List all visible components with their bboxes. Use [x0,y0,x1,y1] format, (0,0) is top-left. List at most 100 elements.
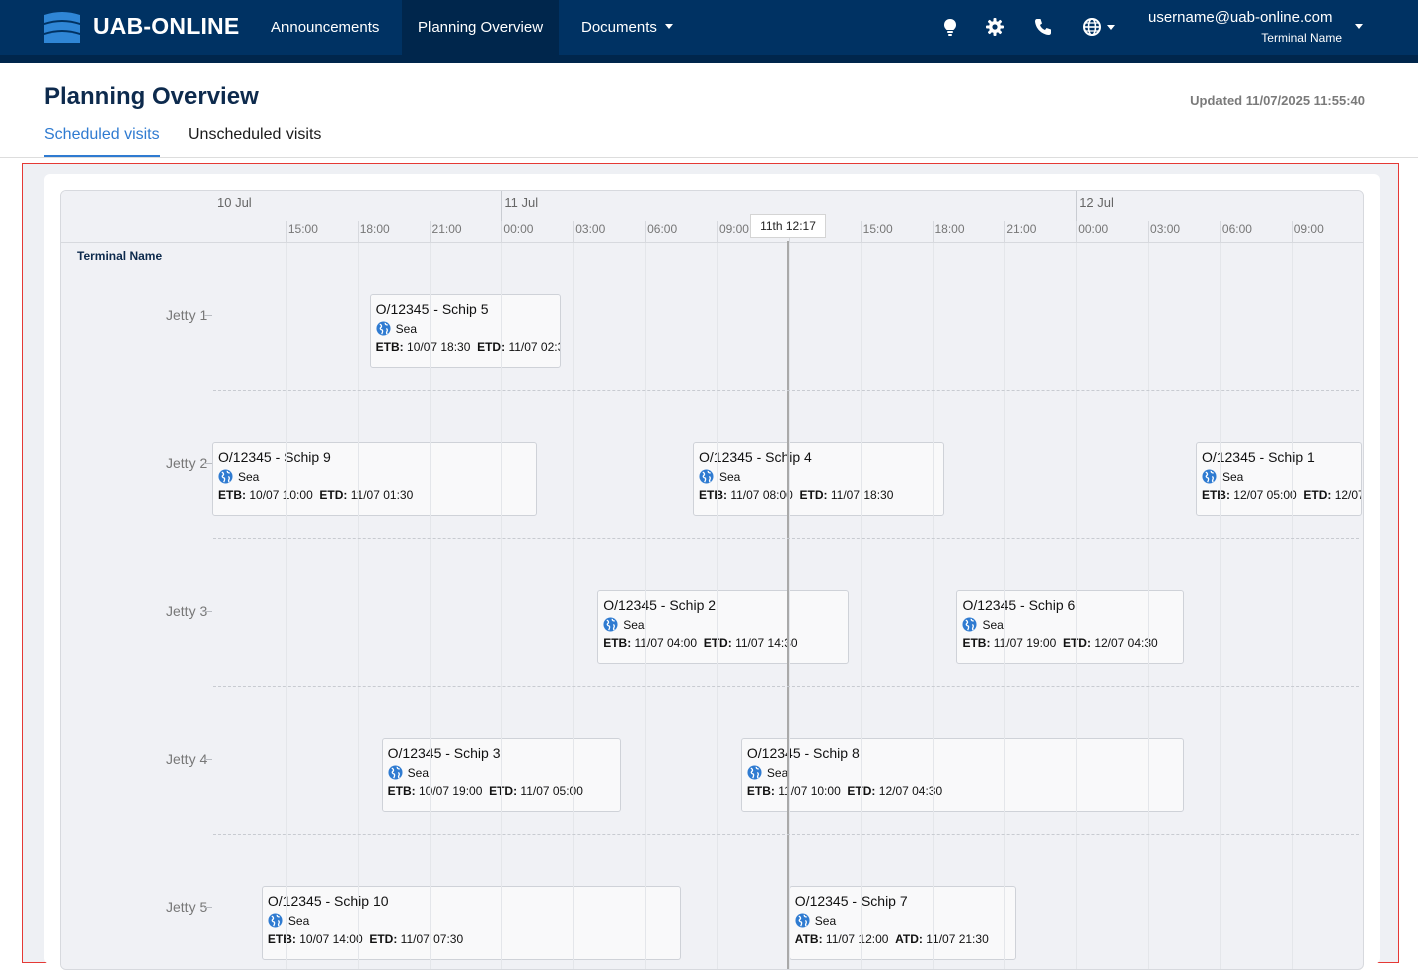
row-label-tick [204,907,212,908]
visit-times: ETB: 11/07 08:00 ETD: 11/07 18:30 [699,488,943,502]
hour-tick [717,221,718,243]
language-chevron-down-icon[interactable] [1107,25,1115,30]
visit-title: O/12345 - Schip 7 [795,893,1016,909]
chevron-down-icon [665,24,673,29]
globe-icon [376,321,391,336]
visit-start-time: 10/07 10:00 [249,488,312,502]
hour-tick [861,221,862,243]
hour-label: 15:00 [288,222,318,236]
visit-times: ETB: 10/07 18:30 ETD: 11/07 02:30 [376,340,561,354]
row-separator [213,538,1359,539]
user-menu-chevron-down-icon[interactable] [1355,24,1363,29]
visit-origin: Sea [623,618,644,632]
phone-icon[interactable] [1033,17,1053,37]
globe-icon [268,913,283,928]
vertical-gridline [501,243,502,970]
tab-unscheduled-visits[interactable]: Unscheduled visits [188,126,321,157]
last-updated-text: Updated 11/07/2025 11:55:40 [1190,93,1365,108]
visit-card[interactable]: O/12345 - Schip 2SeaETB: 11/07 04:00 ETD… [597,590,848,664]
row-label-jetty: Jetty 2 [166,455,207,471]
visit-origin-row: Sea [268,912,680,928]
row-label-tick [204,315,212,316]
visit-title: O/12345 - Schip 5 [376,301,561,317]
visit-title: O/12345 - Schip 8 [747,745,1183,761]
visit-origin: Sea [396,322,417,336]
row-label-jetty: Jetty 3 [166,603,207,619]
vertical-gridline [645,243,646,970]
hour-tick [1148,221,1149,243]
page-title: Planning Overview [44,83,259,111]
vertical-gridline [573,243,574,970]
hour-tick [1076,221,1077,243]
hour-tick [933,221,934,243]
row-separator [213,834,1359,835]
top-navbar: UAB-ONLINE Announcements Planning Overvi… [0,0,1418,55]
visit-end-label: ETD: [319,488,347,502]
vertical-gridline [861,243,862,970]
visit-title: O/12345 - Schip 1 [1202,449,1361,465]
vertical-gridline [1076,243,1077,970]
vertical-gridline [717,243,718,970]
globe-icon [747,765,762,780]
hour-label: 21:00 [432,222,462,236]
visit-card[interactable]: O/12345 - Schip 6SeaETB: 11/07 19:00 ETD… [956,590,1184,664]
hour-label: 06:00 [647,222,677,236]
visit-origin: Sea [238,470,259,484]
user-email[interactable]: username@uab-online.com [1148,9,1333,26]
visit-times: ETB: 12/07 05:00 ETD: 12/07 1.. [1202,488,1361,502]
visit-end-label: ETD: [800,488,828,502]
visit-origin: Sea [408,766,429,780]
nav-item-documents[interactable]: Documents [565,0,689,55]
hour-label: 06:00 [1222,222,1252,236]
hour-label: 03:00 [575,222,605,236]
row-label-jetty: Jetty 5 [166,899,207,915]
visit-start-label: ETB: [1202,488,1230,502]
visit-origin-row: Sea [603,616,847,632]
visit-title: O/12345 - Schip 2 [603,597,847,613]
nav-item-label: Planning Overview [418,19,543,36]
nav-item-planning-overview[interactable]: Planning Overview [402,0,559,55]
planning-timeline[interactable]: 10 Jul11 Jul12 Jul15:0018:0021:0000:0003… [60,190,1364,970]
hour-label: 00:00 [503,222,533,236]
visit-start-time: 11/07 04:00 [635,636,698,650]
nav-item-announcements[interactable]: Announcements [255,0,395,55]
visit-origin: Sea [288,914,309,928]
visit-card[interactable]: O/12345 - Schip 8SeaETB: 11/07 10:00 ETD… [741,738,1184,812]
vertical-gridline [1148,243,1149,970]
hour-tick [286,221,287,243]
visit-title: O/12345 - Schip 9 [218,449,536,465]
gear-icon[interactable] [985,17,1005,37]
visit-origin-row: Sea [1202,468,1361,484]
visit-card[interactable]: O/12345 - Schip 7SeaATB: 11/07 12:00 ATD… [789,886,1017,960]
globe-icon[interactable] [1082,17,1102,37]
visit-start-time: 11/07 08:00 [730,488,793,502]
day-label: 11 Jul [504,195,538,210]
globe-icon [699,469,714,484]
visit-card[interactable]: O/12345 - Schip 9SeaETB: 10/07 10:00 ETD… [212,442,537,516]
globe-icon [388,765,403,780]
globe-icon [795,913,810,928]
visit-origin: Sea [982,618,1003,632]
visit-card[interactable]: O/12345 - Schip 5 Sea ETB: 10/07 18:30 ETD… [370,294,562,368]
visit-end-label: ETD: [489,784,517,798]
brand-logo-icon[interactable] [44,11,80,43]
visit-card[interactable]: O/12345 - Schip 4 Sea ETB: 11/07 08:00 ETD… [693,442,944,516]
hour-label: 21:00 [1006,222,1036,236]
hour-label: 18:00 [935,222,965,236]
vertical-gridline [430,243,431,970]
timeline-axis-header: 10 Jul11 Jul12 Jul15:0018:0021:0000:0003… [61,191,1363,243]
row-label-jetty: Jetty 1 [166,307,207,323]
visit-origin: Sea [1222,470,1243,484]
visit-start-label: ETB: [962,636,990,650]
visit-origin: Sea [719,470,740,484]
hour-label: 00:00 [1078,222,1108,236]
vertical-gridline [933,243,934,970]
visit-title: O/12345 - Schip 4 [699,449,943,465]
tab-scheduled-visits[interactable]: Scheduled visits [44,126,160,157]
visit-card[interactable]: O/12345 - Schip 10SeaETB: 10/07 14:00 ET… [262,886,681,960]
visit-start-label: ETB: [376,340,404,354]
visit-title: O/12345 - Schip 10 [268,893,680,909]
brand-name[interactable]: UAB-ONLINE [93,13,239,40]
vertical-gridline [1004,243,1005,970]
lightbulb-icon[interactable] [940,17,960,37]
